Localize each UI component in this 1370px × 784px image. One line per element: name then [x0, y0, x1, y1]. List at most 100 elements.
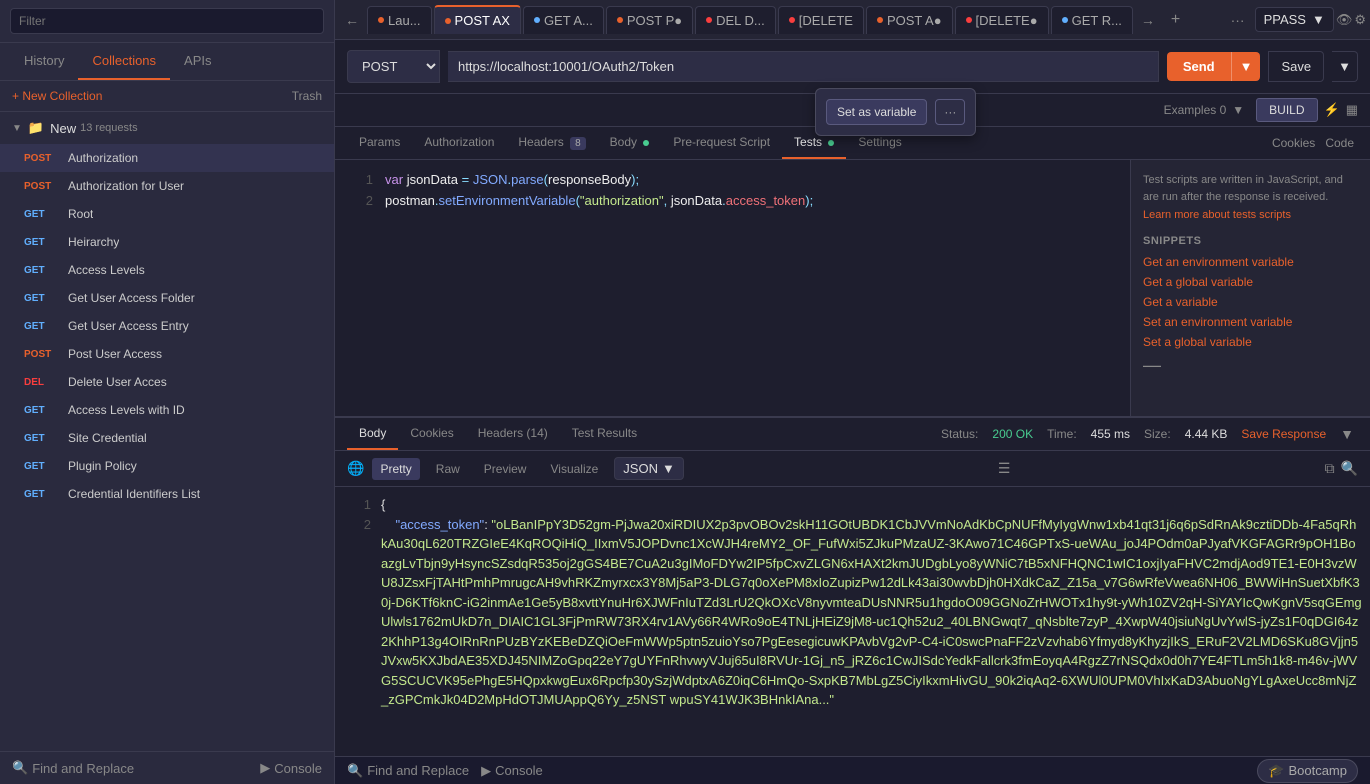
- code-line-2: 2 postman.setEnvironmentVariable("author…: [335, 191, 1130, 212]
- examples-label: Examples 0: [1164, 103, 1227, 117]
- nav-item-plugin-policy[interactable]: GET Plugin Policy: [0, 452, 334, 480]
- res-tab-body[interactable]: Body: [347, 418, 398, 450]
- request-tab-8[interactable]: GET R...: [1051, 6, 1133, 34]
- method-badge-get: GET: [24, 265, 60, 276]
- nav-item-credential-identifiers[interactable]: GET Credential Identifiers List: [0, 480, 334, 508]
- environment-selector[interactable]: PPASS ▼: [1255, 7, 1334, 32]
- method-badge-del: DEL: [24, 377, 60, 388]
- nav-item-access-levels-id[interactable]: GET Access Levels with ID: [0, 396, 334, 424]
- collection-name: New: [50, 121, 76, 136]
- trash-button[interactable]: Trash: [292, 89, 322, 103]
- examples-dropdown-icon[interactable]: ▼: [1232, 103, 1244, 117]
- app-container: History Collections APIs + New Collectio…: [0, 0, 1370, 784]
- sidebar-tab-apis[interactable]: APIs: [170, 43, 225, 80]
- send-dropdown-button[interactable]: ▼: [1231, 52, 1261, 81]
- copy-icon[interactable]: ⧉: [1325, 460, 1335, 477]
- sidebar-new-collection-bar: + New Collection Trash: [0, 81, 334, 112]
- request-tab-6[interactable]: POST A●: [866, 6, 953, 34]
- method-badge-post: POST: [24, 153, 60, 164]
- req-tab-authorization[interactable]: Authorization: [412, 127, 506, 159]
- request-tab-3[interactable]: POST P●: [606, 6, 693, 34]
- snippet-set-global-var[interactable]: Set a global variable: [1143, 335, 1358, 349]
- format-pretty-button[interactable]: Pretty: [372, 458, 419, 480]
- nav-item-get-user-access-folder[interactable]: GET Get User Access Folder: [0, 284, 334, 312]
- code-editor[interactable]: 1 var jsonData = JSON.parse(responseBody…: [335, 160, 1130, 416]
- method-badge-get: GET: [24, 405, 60, 416]
- find-replace-button[interactable]: 🔍 Find and Replace: [12, 760, 134, 776]
- request-tab-7[interactable]: [DELETE●: [955, 6, 1049, 34]
- request-tab-2[interactable]: GET A...: [523, 6, 604, 34]
- res-tab-cookies[interactable]: Cookies: [398, 418, 465, 450]
- code-line-1: 1 var jsonData = JSON.parse(responseBody…: [335, 170, 1130, 191]
- code-link[interactable]: Code: [1325, 136, 1354, 150]
- bootcamp-button[interactable]: 🎓 Bootcamp: [1257, 759, 1358, 783]
- layout-icon[interactable]: ▦: [1346, 102, 1358, 118]
- learn-more-link[interactable]: Learn more about tests scripts: [1143, 209, 1358, 221]
- save-dropdown-button[interactable]: ▼: [1332, 51, 1358, 82]
- req-tab-params[interactable]: Params: [347, 127, 412, 159]
- method-select[interactable]: POST GET PUT DELETE: [347, 50, 440, 83]
- filter-input[interactable]: [10, 8, 324, 34]
- format-visualize-button[interactable]: Visualize: [542, 458, 606, 480]
- collection-header[interactable]: ▼ 📁 New 13 requests: [0, 112, 334, 144]
- tab-forward-button[interactable]: →: [1135, 8, 1161, 32]
- bootcamp-icon: 🎓: [1268, 763, 1284, 779]
- snippet-set-env-var[interactable]: Set an environment variable: [1143, 315, 1358, 329]
- tab-label: GET R...: [1072, 13, 1122, 28]
- new-collection-button[interactable]: + New Collection: [12, 89, 102, 103]
- popup-more-button[interactable]: ···: [935, 99, 965, 125]
- chevron-down-icon[interactable]: ▼: [1340, 426, 1354, 442]
- nav-item-access-levels[interactable]: GET Access Levels: [0, 256, 334, 284]
- save-response-button[interactable]: Save Response: [1241, 427, 1326, 441]
- settings-icon[interactable]: ⚙: [1354, 12, 1366, 28]
- request-tab-0[interactable]: Lau...: [367, 6, 432, 34]
- main-area: ← Lau... POST AX GET A... POST P● DEL D.…: [335, 0, 1370, 784]
- nav-item-root[interactable]: GET Root: [0, 200, 334, 228]
- more-tabs-button[interactable]: ···: [1223, 8, 1253, 32]
- console-button[interactable]: ▶ Console: [260, 760, 322, 776]
- tab-back-button[interactable]: ←: [339, 8, 365, 32]
- nav-item-site-credential[interactable]: GET Site Credential: [0, 424, 334, 452]
- snippet-get-var[interactable]: Get a variable: [1143, 295, 1358, 309]
- res-tab-test-results[interactable]: Test Results: [560, 418, 649, 450]
- build-button[interactable]: BUILD: [1256, 98, 1317, 122]
- url-input[interactable]: [448, 51, 1159, 82]
- eye-icon[interactable]: 👁: [1336, 12, 1353, 28]
- response-body[interactable]: 1 { 2 "access_token": "oLBanIPpY3D52gm-P…: [335, 487, 1370, 756]
- snippet-get-env-var[interactable]: Get an environment variable: [1143, 255, 1358, 269]
- search-icon[interactable]: 🔍: [1341, 460, 1358, 477]
- nav-item-label: Plugin Policy: [68, 459, 137, 473]
- tab-label: [DELETE: [799, 13, 853, 28]
- snippet-get-global-var[interactable]: Get a global variable: [1143, 275, 1358, 289]
- set-as-variable-button[interactable]: Set as variable: [826, 99, 927, 125]
- sidebar-tab-history[interactable]: History: [10, 43, 78, 80]
- save-button[interactable]: Save: [1268, 51, 1324, 82]
- req-tab-pre-request[interactable]: Pre-request Script: [661, 127, 782, 159]
- find-replace-status-button[interactable]: 🔍 Find and Replace: [347, 763, 469, 779]
- request-tab-1[interactable]: POST AX: [434, 5, 521, 34]
- add-tab-button[interactable]: +: [1163, 7, 1188, 33]
- search-icon: 🔍: [12, 760, 28, 776]
- format-preview-button[interactable]: Preview: [476, 458, 535, 480]
- req-tab-headers[interactable]: Headers 8: [506, 127, 597, 159]
- request-tab-4[interactable]: DEL D...: [695, 6, 776, 34]
- format-raw-button[interactable]: Raw: [428, 458, 468, 480]
- response-time: 455 ms: [1091, 427, 1130, 441]
- nav-item-get-user-access-entry[interactable]: GET Get User Access Entry: [0, 312, 334, 340]
- nav-item-heirarchy[interactable]: GET Heirarchy: [0, 228, 334, 256]
- req-tab-body[interactable]: Body: [598, 127, 662, 159]
- nav-item-delete-user-access[interactable]: DEL Delete User Acces: [0, 368, 334, 396]
- nav-item-authorization-user[interactable]: POST Authorization for User: [0, 172, 334, 200]
- res-tab-headers[interactable]: Headers (14): [466, 418, 560, 450]
- send-button[interactable]: Send: [1167, 52, 1231, 81]
- request-tab-5[interactable]: [DELETE: [778, 6, 864, 34]
- sidebar-tab-collections[interactable]: Collections: [78, 43, 170, 80]
- format-type-select[interactable]: JSON ▼: [614, 457, 684, 480]
- align-icon[interactable]: ☰: [998, 460, 1011, 477]
- cookies-link[interactable]: Cookies: [1272, 136, 1315, 150]
- nav-item-authorization[interactable]: POST Authorization: [0, 144, 334, 172]
- tabs-bar: ← Lau... POST AX GET A... POST P● DEL D.…: [335, 0, 1370, 40]
- nav-item-post-user-access[interactable]: POST Post User Access: [0, 340, 334, 368]
- console-status-button[interactable]: ▶ Console: [481, 763, 543, 779]
- tab-dot: [966, 17, 972, 23]
